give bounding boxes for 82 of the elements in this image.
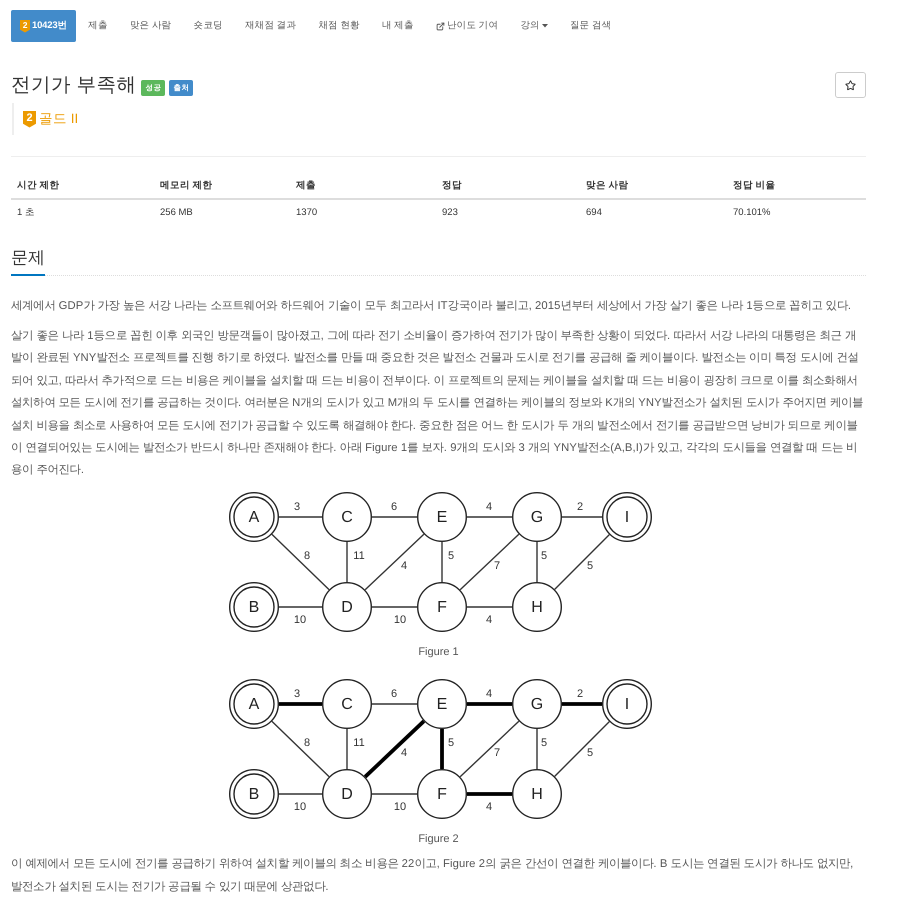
nav-tab[interactable]: 2 10423번 [11,10,76,42]
table-header-cell-text: 제출 [295,179,317,193]
city-node: D [322,582,372,632]
nav-tab[interactable]: 질문 검색 [560,10,622,42]
city-node: D [322,769,372,820]
nav-tab[interactable]: 맞은 사람 [120,10,182,42]
edge-weight-label: 5 [586,747,593,760]
edge-weight-label: 5 [540,737,547,750]
nav-tab[interactable]: 내 제출 [372,10,424,42]
edge-weight-label: 4 [400,747,407,760]
city-node: F [416,769,466,820]
edge-weight-label: 4 [485,801,492,814]
city-node: H [512,769,562,820]
city-node: E [416,679,466,730]
plant-node: A [228,679,278,730]
edge-weight-label: 4 [400,560,407,572]
problem-paragraph: 세계에서 GDP가 가장 높은 서강 나라는 소프트웨어와 하드웨어 기술이 모두 최고라서 IT강국이라 불리고, 2015년부터 세상에서 가장 살기 좋은 나라 1등으로 꼽히고 있다. [11,299,852,314]
table-cell-text: 70.101% [732,206,772,220]
edge-weight-label: 6 [390,501,397,514]
tier-label: 골드 II [39,110,78,128]
problem-title: 전기가 부족해 [11,73,136,98]
nav-tab[interactable]: 제출 [78,10,118,42]
table-cell-text: 1370 [295,206,318,220]
figure-caption: Figure 1 [418,645,459,660]
nav-tab[interactable]: 채점 현황 [308,10,370,42]
plant-node: B [228,769,278,820]
edge-weight-label: 7 [493,747,500,760]
table-header-cell-text: 맞은 사람 [585,179,630,193]
star-icon [845,80,856,90]
edge-weight-label: 5 [447,550,454,562]
city-node: C [322,492,372,542]
plant-node: I [602,492,652,542]
edge-weight-label: 4 [485,614,492,626]
figure-caption: Figure 2 [418,832,459,846]
city-node: C [322,679,372,730]
external-link-icon [436,22,445,30]
table-header-cell-text: 메모리 제한 [159,179,214,193]
edge-weight-label: 10 [293,801,306,814]
table-cell-text: 256 MB [159,206,194,220]
edge-weight-label: 2 [576,501,583,514]
edge-weight-label: 11 [352,550,364,562]
edge-weight-label: 4 [485,688,492,700]
edge-weight-label: 10 [393,614,406,626]
table-cell-text: 694 [585,206,603,220]
edge-weight-label: 8 [303,550,310,562]
edge-weight-label: 5 [586,560,593,572]
edge-weight-label: 7 [493,560,500,572]
edge-weight-label: 8 [303,737,310,750]
table-header-cell-text: 정답 [441,179,463,193]
city-node: G [512,679,562,730]
edge-weight-label: 3 [293,688,300,700]
tier-badge: 2 [20,20,30,32]
nav-tab[interactable]: 강의 [510,10,558,42]
nav-tab[interactable]: 숏코딩 [183,10,233,42]
edge-weight-label: 10 [393,801,406,814]
city-node: F [416,582,466,632]
table-cell-text: 923 [441,206,459,220]
city-node: H [512,582,562,632]
edge-weight-label: 10 [293,614,306,626]
nav-tab[interactable]: 재채점 결과 [234,10,306,42]
edge-weight-label: 3 [293,501,300,514]
section-heading: 문제 [11,246,45,276]
edge-weight-label: 5 [540,550,547,562]
table-header-cell-text: 시간 제한 [16,179,61,193]
plant-node: I [602,679,652,730]
edge-weight-label: 11 [352,737,364,750]
edge-weight-label: 2 [576,688,583,700]
favorite-button[interactable] [835,72,866,98]
city-node: G [512,492,562,542]
city-node: E [416,492,466,542]
edge-weight-label: 6 [390,688,397,700]
plant-node: A [228,492,278,542]
problem-paragraph: 살기 좋은 나라 1등으로 꼽힌 이후 외국인 방문객들이 많아졌고, 그에 따라 전기 소비율이 증가하여 전기가 많이 부족한 상황이 되었다. 따라서 서강 나라의 대통령은 최근 개발이 완료된 YNY발전소 프로젝트를 진행 하기로 하였다. 발전소를 만들 때 중요한 것은 발전소 건물과 도시로 전기를 공급해 줄 케이블이다. 발전소는 이미 특정 도시에 건설되어 있고, 따라서 추가적으로 드는 비용은 케이블을 설치할 때 드는 비용이 전부이다. 이 프로젝트의 문제는 케이블을 설치할 때 드는 비용이 굉장히 크므로 이를 최소화해서 설치하여 모든 도시에 전기를 공급하는 것이다. 여러분은 N개의 도시가 있고 M개의 두 도시를 연결하는 케이블의 정보와 K개의 YNY발전소가 설치된 도시가 주어지면 케이블 설치 비용을 최소로 사용하여 모든 도시에 전기가 공급할 수 있도록 해결해야 한다. 중요한 점은 어느 한 도시가 두 개의 발전소에서 전기를 공급받으면 낭비가 되므로 케이블이 연결되어있는 도시에는 발전소가 반드시 하나만 존재해야 한다. 아래 Figure 1를 보자. 9개의 도시와 3 개의 YNY발전소(A,B,I)가 있고, 각각의 도시들을 연결할 때 드는 비용이 주어진다. [11,329,864,478]
edge-weight-label: 5 [447,737,454,750]
table-header-cell-text: 정답 비율 [732,179,777,193]
edge-weight-label: 4 [485,501,492,514]
problem-paragraph: 이 예제에서 모든 도시에 전기를 공급하기 위하여 설치할 케이블의 최소 비용은 22이고, Figure 2의 굵은 간선이 연결한 케이블이다. B 도시는 연결된 도시가 하나도 없지만, 발전소가 설치된 도시는 전기가 공급될 수 있기 때문에 상관없다. [11,857,854,895]
plant-node: B [228,582,278,632]
tier-badge: 2 [23,110,36,128]
nav-tab[interactable]: 난이도 기여 [426,10,508,42]
table-cell-text: 1 초 [16,206,36,220]
caret-icon [542,24,548,28]
